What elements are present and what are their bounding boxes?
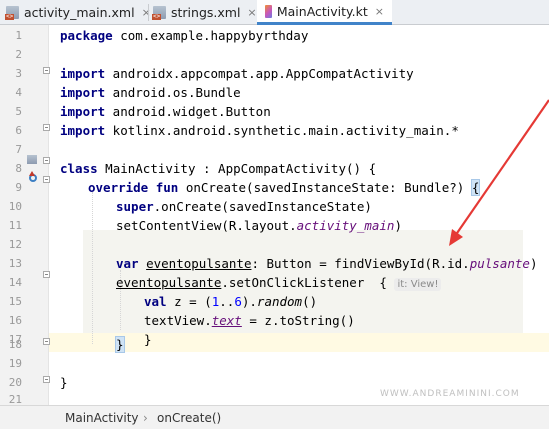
breadcrumb-separator: › <box>143 411 148 425</box>
breadcrumb-class[interactable]: MainActivity <box>65 411 139 425</box>
breadcrumb: MainActivity › onCreate() <box>0 405 549 429</box>
breadcrumb-method[interactable]: onCreate() <box>157 411 221 425</box>
annotation-arrow <box>449 99 549 246</box>
